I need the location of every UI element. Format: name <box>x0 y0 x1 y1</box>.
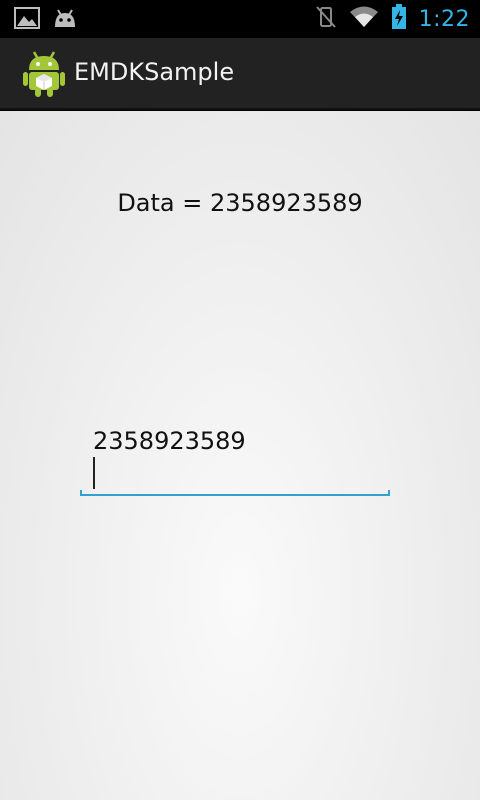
data-edit-text[interactable]: 2358923589 <box>80 421 390 497</box>
status-bar: 1:22 <box>0 0 480 38</box>
notification-icons <box>14 7 78 33</box>
wifi-icon <box>349 5 379 33</box>
screen: 1:22 EMDKSample Data = 2358923589 235892… <box>0 0 480 800</box>
gallery-icon <box>14 7 40 33</box>
edit-text-underline <box>80 490 390 496</box>
app-title: EMDKSample <box>74 58 235 86</box>
status-time: 1:22 <box>418 6 470 32</box>
android-app-icon[interactable] <box>22 50 66 98</box>
system-icons: 1:22 <box>315 0 470 38</box>
battery-charging-icon <box>391 4 407 34</box>
action-bar: EMDKSample <box>0 38 480 110</box>
text-cursor <box>93 457 95 489</box>
vibrate-off-icon <box>315 5 337 33</box>
edit-text-value[interactable]: 2358923589 <box>93 427 246 455</box>
data-label: Data = 2358923589 <box>117 189 363 217</box>
android-notification-icon <box>52 7 78 33</box>
main-content: Data = 2358923589 2358923589 <box>0 111 480 800</box>
